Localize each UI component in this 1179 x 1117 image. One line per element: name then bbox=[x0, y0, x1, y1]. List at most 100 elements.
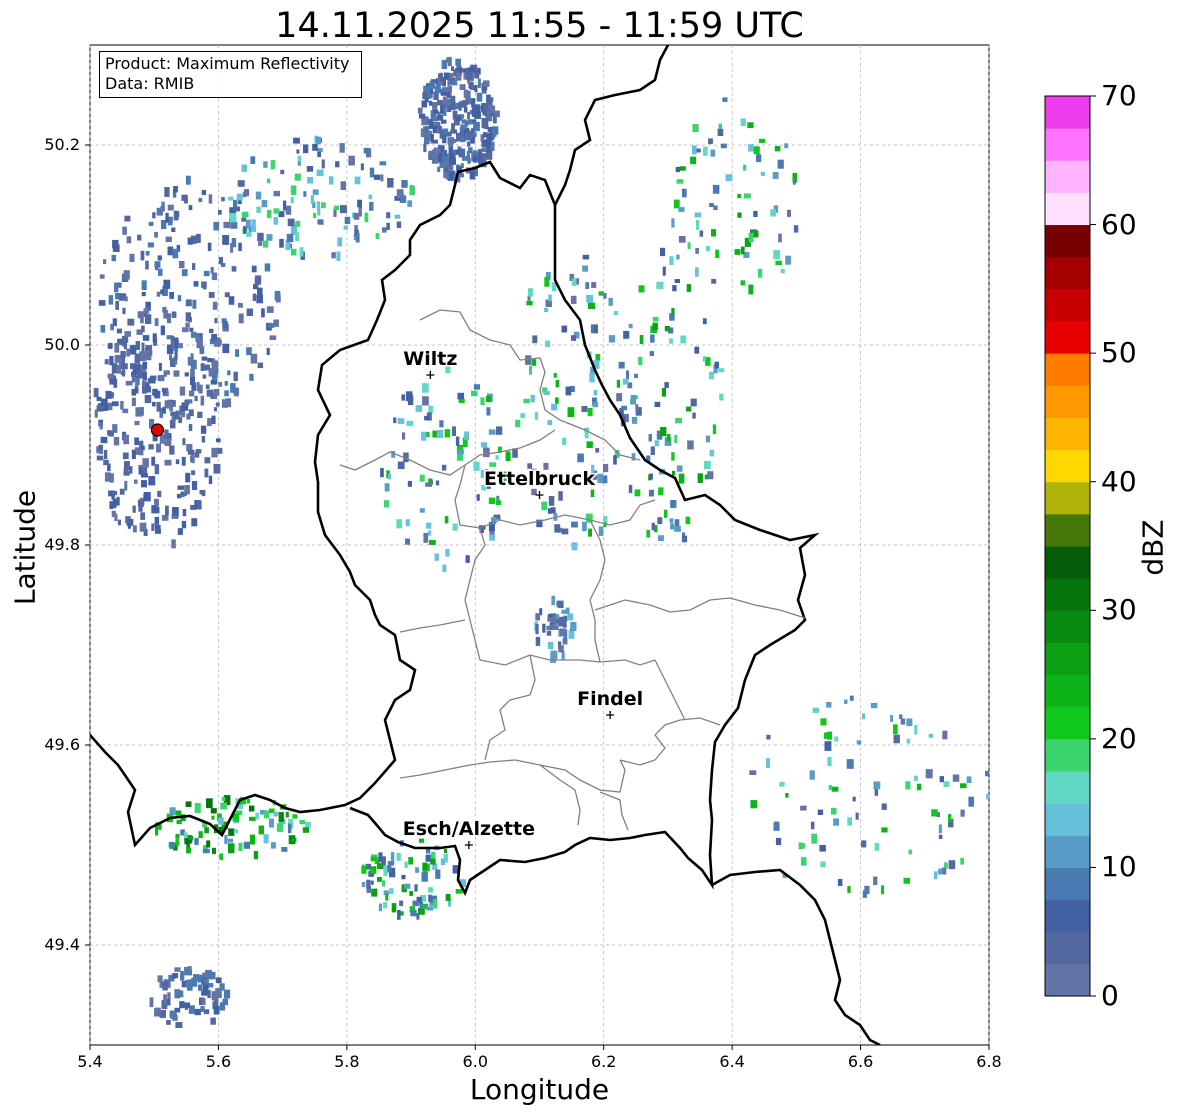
radar-echo bbox=[535, 613, 541, 621]
radar-echo bbox=[285, 205, 292, 215]
radar-echo bbox=[141, 473, 148, 478]
radar-echo bbox=[401, 180, 408, 188]
radar-echo bbox=[227, 838, 233, 843]
radar-echo bbox=[496, 426, 503, 435]
radar-echo bbox=[256, 294, 263, 304]
radar-echo bbox=[209, 328, 214, 334]
radar-echo bbox=[212, 301, 218, 310]
radar-echo bbox=[287, 823, 292, 834]
radar-echo bbox=[114, 343, 120, 353]
radar-echo bbox=[589, 372, 595, 383]
radar-echo bbox=[174, 967, 181, 972]
radar-echo bbox=[166, 1020, 171, 1025]
radar-echo bbox=[184, 1002, 190, 1008]
radar-echo bbox=[943, 781, 950, 787]
radar-echo bbox=[181, 194, 188, 201]
radar-echo bbox=[661, 388, 666, 397]
radar-echo bbox=[881, 803, 887, 810]
radar-echo bbox=[444, 167, 448, 172]
radar-echo bbox=[190, 378, 195, 385]
radar-echo bbox=[293, 137, 300, 144]
radar-echo bbox=[672, 471, 676, 476]
radar-echo bbox=[203, 1009, 210, 1015]
radar-echo bbox=[119, 294, 125, 301]
radar-echo bbox=[419, 113, 426, 119]
radar-echo bbox=[494, 110, 500, 118]
radar-echo bbox=[152, 388, 158, 396]
radar-echo bbox=[246, 799, 251, 804]
radar-echo bbox=[152, 401, 156, 407]
radar-echo bbox=[225, 398, 232, 408]
radar-echo bbox=[340, 181, 346, 190]
radar-echo bbox=[421, 872, 428, 882]
radar-echo bbox=[112, 498, 117, 509]
radar-echo bbox=[177, 990, 184, 998]
radar-echo bbox=[169, 841, 175, 849]
radar-echo bbox=[648, 434, 652, 442]
radar-echo bbox=[690, 156, 697, 165]
radar-echo bbox=[570, 295, 577, 304]
radar-echo bbox=[175, 810, 182, 816]
radar-echo bbox=[429, 81, 436, 89]
radar-echo bbox=[381, 856, 386, 866]
radar-echo bbox=[141, 280, 147, 290]
radar-echo bbox=[112, 239, 119, 249]
radar-echo bbox=[261, 308, 265, 318]
radar-echo bbox=[233, 829, 238, 834]
radar-echo bbox=[142, 372, 147, 381]
radar-echo bbox=[830, 807, 837, 815]
radar-echo bbox=[407, 200, 413, 207]
radar-echo bbox=[204, 827, 209, 834]
radar-echo bbox=[299, 820, 306, 825]
radar-echo bbox=[458, 449, 464, 454]
radar-echo bbox=[691, 145, 697, 155]
city-label: Wiltz bbox=[403, 348, 457, 370]
radar-echo bbox=[444, 849, 447, 854]
radar-echo bbox=[760, 171, 765, 176]
radar-echo bbox=[136, 329, 143, 335]
radar-echo bbox=[246, 308, 253, 316]
radar-echo bbox=[377, 877, 382, 882]
radar-echo bbox=[348, 155, 355, 166]
radar-echo bbox=[109, 501, 114, 509]
radar-echo bbox=[129, 345, 137, 355]
radar-echo bbox=[156, 291, 161, 297]
radar-echo bbox=[199, 490, 204, 495]
radar-echo bbox=[713, 205, 718, 211]
radar-echo bbox=[793, 225, 799, 233]
radar-echo bbox=[547, 420, 553, 425]
radar-echo bbox=[368, 194, 373, 200]
colorbar-segment bbox=[1045, 963, 1090, 997]
radar-echo bbox=[673, 199, 680, 209]
radar-echo bbox=[634, 489, 641, 497]
radar-echo bbox=[266, 306, 274, 313]
radar-echo bbox=[135, 341, 140, 351]
radar-echo bbox=[873, 876, 878, 886]
radar-echo bbox=[188, 424, 193, 431]
radar-echo bbox=[215, 977, 222, 984]
radar-echo bbox=[703, 146, 708, 156]
radar-echo bbox=[120, 400, 124, 410]
radar-echo bbox=[833, 818, 839, 826]
radar-echo bbox=[598, 291, 604, 296]
radar-echo bbox=[268, 323, 275, 328]
radar-echo bbox=[227, 843, 235, 854]
radar-echo bbox=[162, 981, 168, 991]
radar-echo bbox=[628, 484, 633, 494]
radar-echo bbox=[193, 281, 199, 287]
radar-echo bbox=[597, 473, 604, 484]
radar-echo bbox=[219, 1002, 226, 1011]
radar-echo bbox=[670, 500, 677, 509]
radar-echo bbox=[169, 420, 176, 429]
radar-echo bbox=[138, 467, 142, 475]
radar-echo bbox=[544, 276, 550, 287]
radar-echo bbox=[270, 160, 275, 170]
radar-echo bbox=[384, 483, 390, 492]
radar-echo bbox=[847, 817, 852, 826]
radar-echo bbox=[656, 281, 664, 290]
radar-echo bbox=[167, 204, 174, 211]
radar-echo bbox=[595, 448, 600, 453]
radar-echo bbox=[242, 191, 247, 198]
radar-echo bbox=[126, 348, 130, 357]
radar-echo bbox=[141, 480, 147, 488]
